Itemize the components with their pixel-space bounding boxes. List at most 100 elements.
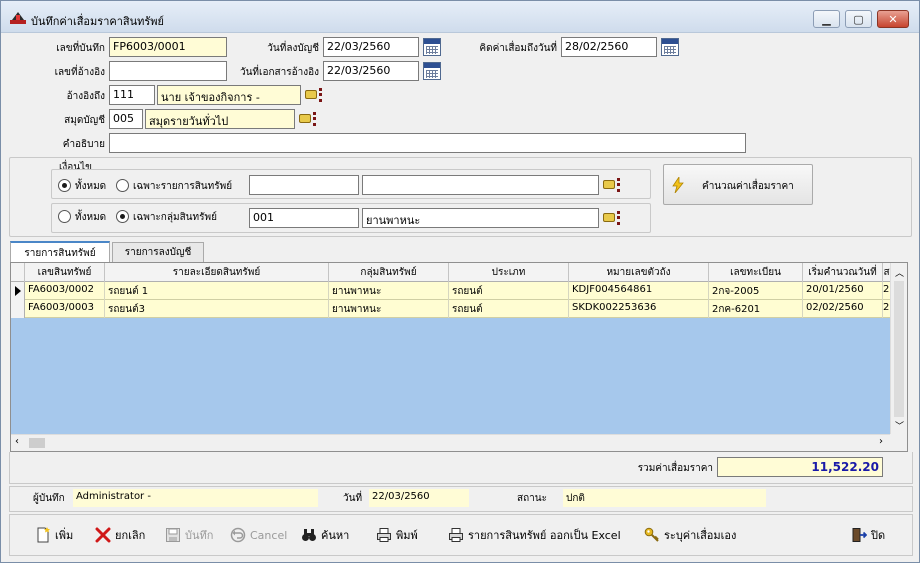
calc-to-field[interactable]: 28/02/2560 xyxy=(561,37,657,57)
close-window-button[interactable]: ✕ xyxy=(877,10,909,28)
minimize-button[interactable]: ▁ xyxy=(813,10,840,28)
calendar-icon[interactable] xyxy=(661,38,679,56)
desc-field[interactable] xyxy=(109,133,746,153)
cancel-button[interactable]: Cancel xyxy=(230,524,287,546)
exit-door-icon xyxy=(851,527,868,543)
cell-asset-no: FA6003/0003 xyxy=(25,300,105,318)
scroll-corner xyxy=(890,434,907,451)
horizontal-scrollbar[interactable]: ‹ › xyxy=(11,434,892,451)
all-assets-radio[interactable] xyxy=(58,179,71,192)
doc-no-field[interactable]: FP6003/0001 xyxy=(109,37,227,57)
cell-asset-type: รถยนต์ xyxy=(449,300,569,318)
scroll-up-icon[interactable]: ︿ xyxy=(895,266,904,279)
printer-icon xyxy=(376,527,392,543)
cell-start-date: 20/01/2560 xyxy=(803,282,883,300)
asset-code-field[interactable] xyxy=(249,175,359,195)
cell-asset-group: ยานพาหนะ xyxy=(329,300,449,318)
status-label: สถานะ xyxy=(517,493,547,504)
calculate-depreciation-label: คำนวณค่าเสื่อมราคา xyxy=(702,181,794,192)
col-start-date[interactable]: เริ่มคำนวณวันที่ xyxy=(803,263,883,282)
grid-header-indicator xyxy=(11,263,25,282)
close-button[interactable]: ปิด xyxy=(851,524,885,546)
journal-label: สมุดบัญชี xyxy=(64,115,105,126)
scroll-thumb[interactable] xyxy=(29,438,45,448)
post-date-field[interactable]: 22/03/2560 xyxy=(323,37,419,57)
print-button[interactable]: พิมพ์ xyxy=(376,524,418,546)
ref-no-field[interactable] xyxy=(109,61,227,81)
manual-depreciation-label: ระบุค่าเสื่อมเอง xyxy=(664,529,737,542)
void-button[interactable]: ยกเลิก xyxy=(95,524,145,546)
journal-code-field[interactable]: 005 xyxy=(109,109,143,129)
cell-plate-no: 2กค-6201 xyxy=(709,300,803,318)
add-label: เพิ่ม xyxy=(55,529,74,542)
ref-to-label: อ้างอิงถึง xyxy=(66,91,105,102)
lightning-icon xyxy=(672,175,684,196)
scroll-down-icon[interactable]: ﹀ xyxy=(895,419,904,432)
void-label: ยกเลิก xyxy=(115,529,146,542)
total-value: 11,522.20 xyxy=(717,457,883,477)
lookup-icon[interactable] xyxy=(299,111,317,127)
binoculars-icon xyxy=(301,527,317,543)
calendar-icon[interactable] xyxy=(423,38,441,56)
cell-chassis-no: KDJF004564861 xyxy=(569,282,709,300)
table-row[interactable]: FA6003/0002 รถยนต์ 1 ยานพาหนะ รถยนต์ KDJ… xyxy=(11,282,891,300)
add-button[interactable]: เพิ่ม xyxy=(35,524,73,546)
ref-to-name-field: นาย เจ้าของกิจการ - xyxy=(157,85,301,105)
lookup-icon[interactable] xyxy=(603,210,621,226)
journal-name-field: สมุดรายวันทั่วไป xyxy=(145,109,295,129)
col-asset-no[interactable]: เลขสินทรัพย์ xyxy=(25,263,105,282)
scroll-right-icon[interactable]: › xyxy=(879,436,883,447)
row-indicator xyxy=(11,300,25,318)
calculate-depreciation-button[interactable]: คำนวณค่าเสื่อมราคา xyxy=(663,164,813,205)
col-plate-no[interactable]: เลขทะเบียน xyxy=(709,263,803,282)
floppy-disk-icon xyxy=(165,527,181,543)
record-date-value: 22/03/2560 xyxy=(369,489,469,507)
asset-name-field xyxy=(362,175,599,195)
col-asset-type[interactable]: ประเภท xyxy=(449,263,569,282)
maximize-button[interactable]: ▢ xyxy=(845,10,872,28)
specific-groups-radio[interactable] xyxy=(116,210,129,223)
key-icon xyxy=(644,527,660,543)
all-groups-radio[interactable] xyxy=(58,210,71,223)
post-date-label: วันที่ลงบัญชี xyxy=(267,43,319,54)
cell-asset-group: ยานพาหนะ xyxy=(329,282,449,300)
ref-date-field[interactable]: 22/03/2560 xyxy=(323,61,419,81)
close-label: ปิด xyxy=(871,529,886,542)
tab-assets[interactable]: รายการสินทรัพย์ xyxy=(10,241,110,263)
search-button[interactable]: ค้นหา xyxy=(301,524,349,546)
export-excel-button[interactable]: รายการสินทรัพย์ ออกเป็น Excel xyxy=(448,524,621,546)
all-groups-label: ทั้งหมด xyxy=(75,212,107,223)
recorder-label: ผู้บันทึก xyxy=(33,493,65,504)
specific-groups-label: เฉพาะกลุ่มสินทรัพย์ xyxy=(133,212,217,223)
table-row[interactable]: FA6003/0003 รถยนต์3 ยานพาหนะ รถยนต์ SKDK… xyxy=(11,300,891,318)
doc-no-label: เลขที่บันทึก xyxy=(56,43,105,54)
printer-icon xyxy=(448,527,464,543)
cell-asset-desc: รถยนต์ 1 xyxy=(105,282,329,300)
tab-journal-entries[interactable]: รายการลงบัญชี xyxy=(112,242,204,262)
red-x-icon xyxy=(95,527,111,543)
group-name-field: ยานพาหนะ xyxy=(362,208,599,228)
col-asset-group[interactable]: กลุ่มสินทรัพย์ xyxy=(329,263,449,282)
col-chassis-no[interactable]: หมายเลขตัวถัง xyxy=(569,263,709,282)
cell-asset-desc: รถยนต์3 xyxy=(105,300,329,318)
specific-assets-radio[interactable] xyxy=(116,179,129,192)
ref-to-code-field[interactable]: 111 xyxy=(109,85,155,105)
all-assets-label: ทั้งหมด xyxy=(75,181,107,192)
cell-asset-type: รถยนต์ xyxy=(449,282,569,300)
ref-date-label: วันที่เอกสารอ้างอิง xyxy=(239,67,319,78)
cell-asset-no: FA6003/0002 xyxy=(25,282,105,300)
lookup-icon[interactable] xyxy=(603,177,621,193)
manual-depreciation-button[interactable]: ระบุค่าเสื่อมเอง xyxy=(644,524,736,546)
record-date-label: วันที่ xyxy=(343,493,363,504)
vertical-scrollbar[interactable]: ︿ ﹀ xyxy=(890,263,907,435)
group-code-field[interactable]: 001 xyxy=(249,208,359,228)
lookup-icon[interactable] xyxy=(305,87,323,103)
scroll-thumb[interactable] xyxy=(894,281,904,417)
window-title: บันทึกค่าเสื่อมราคาสินทรัพย์ xyxy=(31,15,164,28)
grid-header: เลขสินทรัพย์ รายละเอียดสินทรัพย์ กลุ่มสิ… xyxy=(11,263,891,282)
main-window: บันทึกค่าเสื่อมราคาสินทรัพย์ ▁ ▢ ✕ เลขที… xyxy=(0,0,920,563)
save-button[interactable]: บันทึก xyxy=(165,524,213,546)
calendar-icon[interactable] xyxy=(423,62,441,80)
col-asset-desc[interactable]: รายละเอียดสินทรัพย์ xyxy=(105,263,329,282)
scroll-left-icon[interactable]: ‹ xyxy=(15,436,19,447)
